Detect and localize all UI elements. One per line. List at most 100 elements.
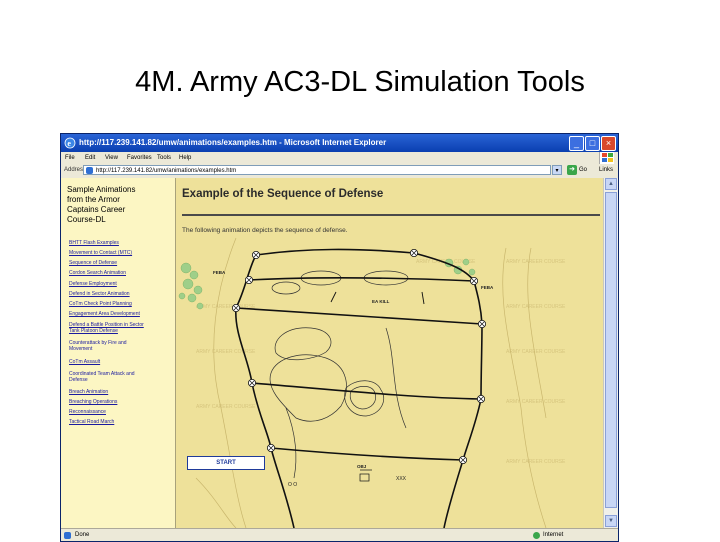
ie-icon: e [64, 137, 76, 149]
right-small-label: XXX [396, 476, 407, 482]
sidebar-link[interactable]: Breach Animation [69, 389, 173, 395]
links-button[interactable]: Links [599, 167, 613, 173]
ea-marker [421, 291, 425, 305]
address-bar: Address http://117.239.141.82/umw/animat… [61, 164, 618, 177]
sidebar-link[interactable]: BHTT Flash Examples [69, 240, 173, 246]
phase-line [255, 248, 415, 256]
menu-favorites[interactable]: Favorites [127, 152, 152, 164]
heading-divider [182, 214, 600, 216]
tree [178, 292, 186, 300]
title-bar: e http://117.239.141.82/umw/animations/e… [61, 134, 618, 152]
menu-file[interactable]: File [65, 152, 75, 164]
menu-bar: File Edit View Favorites Tools Help [61, 152, 618, 164]
menu-view[interactable]: View [105, 152, 118, 164]
boundary-line [235, 254, 295, 528]
tree [189, 270, 199, 280]
terrain-contour [271, 281, 301, 295]
start-button[interactable]: START [187, 456, 265, 470]
feba-right-label: FEBA [481, 285, 494, 290]
menu-tools[interactable]: Tools [157, 152, 171, 164]
phase-line [248, 276, 475, 282]
internet-zone-icon [533, 532, 540, 539]
waypoints [232, 249, 486, 464]
watermarks: ARMY CAREER COURSE ARMY CAREER COURSE AR… [196, 259, 566, 465]
watermark-text: ARMY CAREER COURSE [506, 304, 566, 310]
scroll-thumb[interactable] [605, 192, 617, 508]
watermark-text: ARMY CAREER COURSE [506, 399, 566, 405]
zone-text: Internet [543, 532, 564, 538]
minimize-button[interactable]: _ [569, 136, 584, 151]
scroll-up-icon[interactable]: ▲ [605, 178, 617, 190]
sidebar-link[interactable]: Breaching Operations [69, 399, 173, 405]
sidebar-link[interactable]: Tank Platoon Defense [69, 328, 173, 334]
terrain-contour [285, 407, 297, 479]
page-icon [64, 532, 71, 539]
maximize-button[interactable]: □ [585, 136, 600, 151]
sidebar-link[interactable]: Defense [69, 377, 173, 383]
sidebar-heading-line: from the Armor [67, 195, 120, 204]
address-url: http://117.239.141.82/umw/animations/exa… [96, 168, 237, 174]
close-button[interactable]: × [601, 136, 616, 151]
sidebar-heading-line: Course-DL [67, 215, 106, 224]
sidebar-heading: Sample Animations from the Armor Captain… [67, 185, 167, 225]
page-icon [86, 167, 93, 174]
sidebar-link[interactable]: CoTm Assault [69, 359, 173, 365]
sidebar-link[interactable]: Cordon Search Animation [69, 270, 173, 276]
contour-line [527, 247, 547, 419]
defense-lines [235, 248, 483, 528]
tree [462, 258, 470, 266]
chevron-down-icon[interactable]: ▾ [552, 165, 562, 175]
tree [187, 293, 197, 303]
sidebar-link[interactable]: Defense Employment [69, 281, 173, 287]
go-arrow-icon[interactable]: ➜ [567, 165, 577, 175]
terrain-contour [349, 386, 377, 410]
sidebar: Sample Animations from the Armor Captain… [61, 178, 176, 528]
left-small-label: O O [288, 482, 297, 488]
tree [182, 278, 194, 290]
sidebar-link[interactable]: Reconnaissance [69, 409, 173, 415]
scroll-down-icon[interactable]: ▼ [605, 515, 617, 527]
waypoint-crosses [233, 250, 485, 463]
objective-symbol [359, 473, 370, 482]
obj-label: OBJ [357, 464, 367, 469]
feba-left-label: FEBA [213, 270, 226, 275]
tree [180, 262, 192, 274]
vegetation [178, 258, 476, 310]
go-button[interactable]: Go [579, 167, 587, 173]
phase-line [235, 307, 483, 325]
phase-line [270, 447, 464, 461]
sidebar-heading-line: Captains Career [67, 205, 126, 214]
sidebar-link[interactable]: Engagement Area Development [69, 311, 173, 317]
sidebar-link[interactable]: Sequence of Defense [69, 260, 173, 266]
menu-help[interactable]: Help [179, 152, 191, 164]
sidebar-link[interactable]: Movement to Contact (MTC) [69, 250, 173, 256]
boundary-line [413, 252, 483, 528]
phase-line [251, 382, 482, 400]
watermark-text: ARMY CAREER COURSE [506, 349, 566, 355]
address-input[interactable]: http://117.239.141.82/umw/animations/exa… [83, 165, 551, 175]
contour-line [502, 247, 547, 528]
watermark-text: ARMY CAREER COURSE [506, 259, 566, 265]
sidebar-heading-line: Sample Animations [67, 185, 136, 194]
tree [193, 285, 203, 295]
windows-logo-icon [599, 152, 614, 164]
browser-window: e http://117.239.141.82/umw/animations/e… [60, 133, 619, 542]
menu-edit[interactable]: Edit [85, 152, 95, 164]
sidebar-link[interactable]: Defend in Sector Animation [69, 291, 173, 297]
sidebar-link[interactable]: Movement [69, 346, 173, 352]
svg-text:e: e [67, 139, 71, 148]
content-pane: ARMY CAREER COURSE ARMY CAREER COURSE AR… [176, 178, 603, 528]
contour-line [195, 477, 237, 528]
tree [468, 268, 476, 276]
page-viewport: Sample Animations from the Armor Captain… [61, 178, 618, 528]
watermark-text: ARMY CAREER COURSE [196, 404, 256, 410]
vertical-scrollbar[interactable]: ▲ ▼ [603, 178, 618, 528]
sidebar-link[interactable]: CoTm Check Point Planning [69, 301, 173, 307]
page-title: Example of the Sequence of Defense [182, 188, 384, 200]
sidebar-link[interactable]: Tactical Road March [69, 419, 173, 425]
terrain-contour [385, 327, 407, 429]
watermark-text: ARMY CAREER COURSE [196, 349, 256, 355]
slide-title: 4M. Army AC3-DL Simulation Tools [135, 66, 585, 98]
watermark-text: ARMY CAREER COURSE [506, 459, 566, 465]
tree [196, 302, 204, 310]
